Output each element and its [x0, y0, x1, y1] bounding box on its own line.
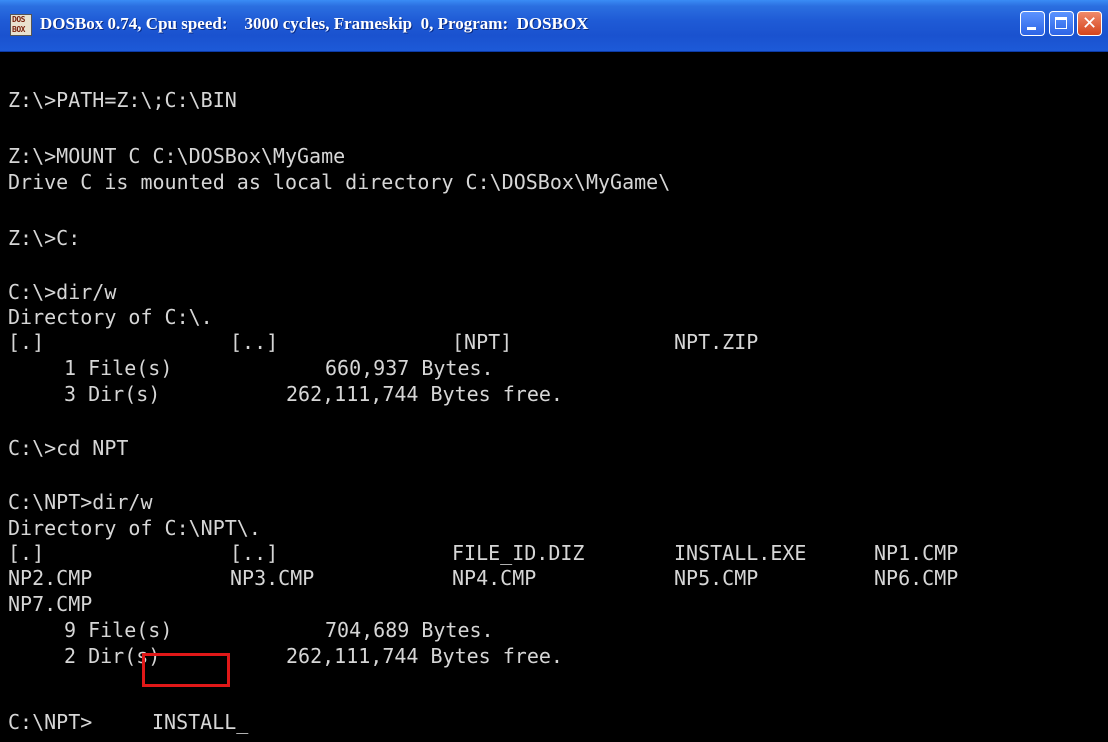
console-line: C:\>dir/w — [8, 280, 117, 304]
console-output[interactable]: Z:\>PATH=Z:\;C:\BIN Z:\>MOUNT C C:\DOSBo… — [0, 52, 1108, 742]
console-line: Directory of C:\NPT\. — [8, 516, 261, 540]
dir-entry: [.] — [8, 330, 45, 354]
dir-entry: NP2.CMP — [8, 566, 93, 590]
console-line: Z:\>C: — [8, 226, 81, 250]
command-input[interactable]: INSTALL_ — [152, 710, 248, 734]
console-line: Drive C is mounted as local directory C:… — [8, 170, 671, 194]
console-line: Z:\>MOUNT C C:\DOSBox\MyGame — [8, 144, 346, 168]
dosbox-icon[interactable]: DOS BOX — [10, 14, 32, 36]
dir-entry: [.] — [8, 541, 45, 565]
file-bytes: 704,689 Bytes. — [325, 618, 494, 642]
close-button[interactable]: ✕ — [1077, 11, 1102, 36]
maximize-icon — [1055, 17, 1067, 29]
dir-entry: NP3.CMP — [230, 566, 315, 590]
dir-entry: NP1.CMP — [874, 541, 959, 565]
dir-entry: [..] — [230, 541, 279, 565]
dir-entry: [..] — [230, 330, 279, 354]
dir-entry: NP6.CMP — [874, 566, 959, 590]
dir-entry: NPT.ZIP — [674, 330, 759, 354]
dosbox-window: DOS BOX DOSBox 0.74, Cpu speed: 3000 cyc… — [0, 0, 1108, 742]
minimize-button[interactable] — [1020, 11, 1045, 36]
console-line: C:\NPT>dir/w — [8, 490, 153, 514]
highlight-annotation — [142, 653, 230, 687]
dir-entry: INSTALL.EXE — [674, 541, 807, 565]
free-bytes: 262,111,744 Bytes free. — [286, 644, 563, 668]
file-bytes: 660,937 Bytes. — [325, 356, 494, 380]
close-icon: ✕ — [1081, 13, 1098, 34]
console-line: Z:\>PATH=Z:\;C:\BIN — [8, 88, 237, 112]
file-count: 1 File(s) — [64, 356, 173, 380]
console-line: C:\>cd NPT — [8, 436, 129, 460]
command-prompt: C:\NPT> — [8, 710, 93, 734]
file-count: 9 File(s) — [64, 618, 173, 642]
maximize-button[interactable] — [1049, 11, 1074, 36]
dir-count: 3 Dir(s) — [64, 382, 161, 406]
free-bytes: 262,111,744 Bytes free. — [286, 382, 563, 406]
dir-entry: NP4.CMP — [452, 566, 537, 590]
dir-entry: NP5.CMP — [674, 566, 759, 590]
minimize-icon — [1027, 27, 1036, 30]
dir-entry: [NPT] — [452, 330, 513, 354]
dir-entry: NP7.CMP — [8, 592, 93, 616]
title-bar[interactable]: DOS BOX DOSBox 0.74, Cpu speed: 3000 cyc… — [0, 0, 1108, 52]
dir-entry: FILE_ID.DIZ — [452, 541, 585, 565]
dosbox-icon-text: DOS BOX — [12, 15, 25, 34]
window-title: DOSBox 0.74, Cpu speed: 3000 cycles, Fra… — [40, 14, 589, 33]
console-line: Directory of C:\. — [8, 305, 213, 329]
